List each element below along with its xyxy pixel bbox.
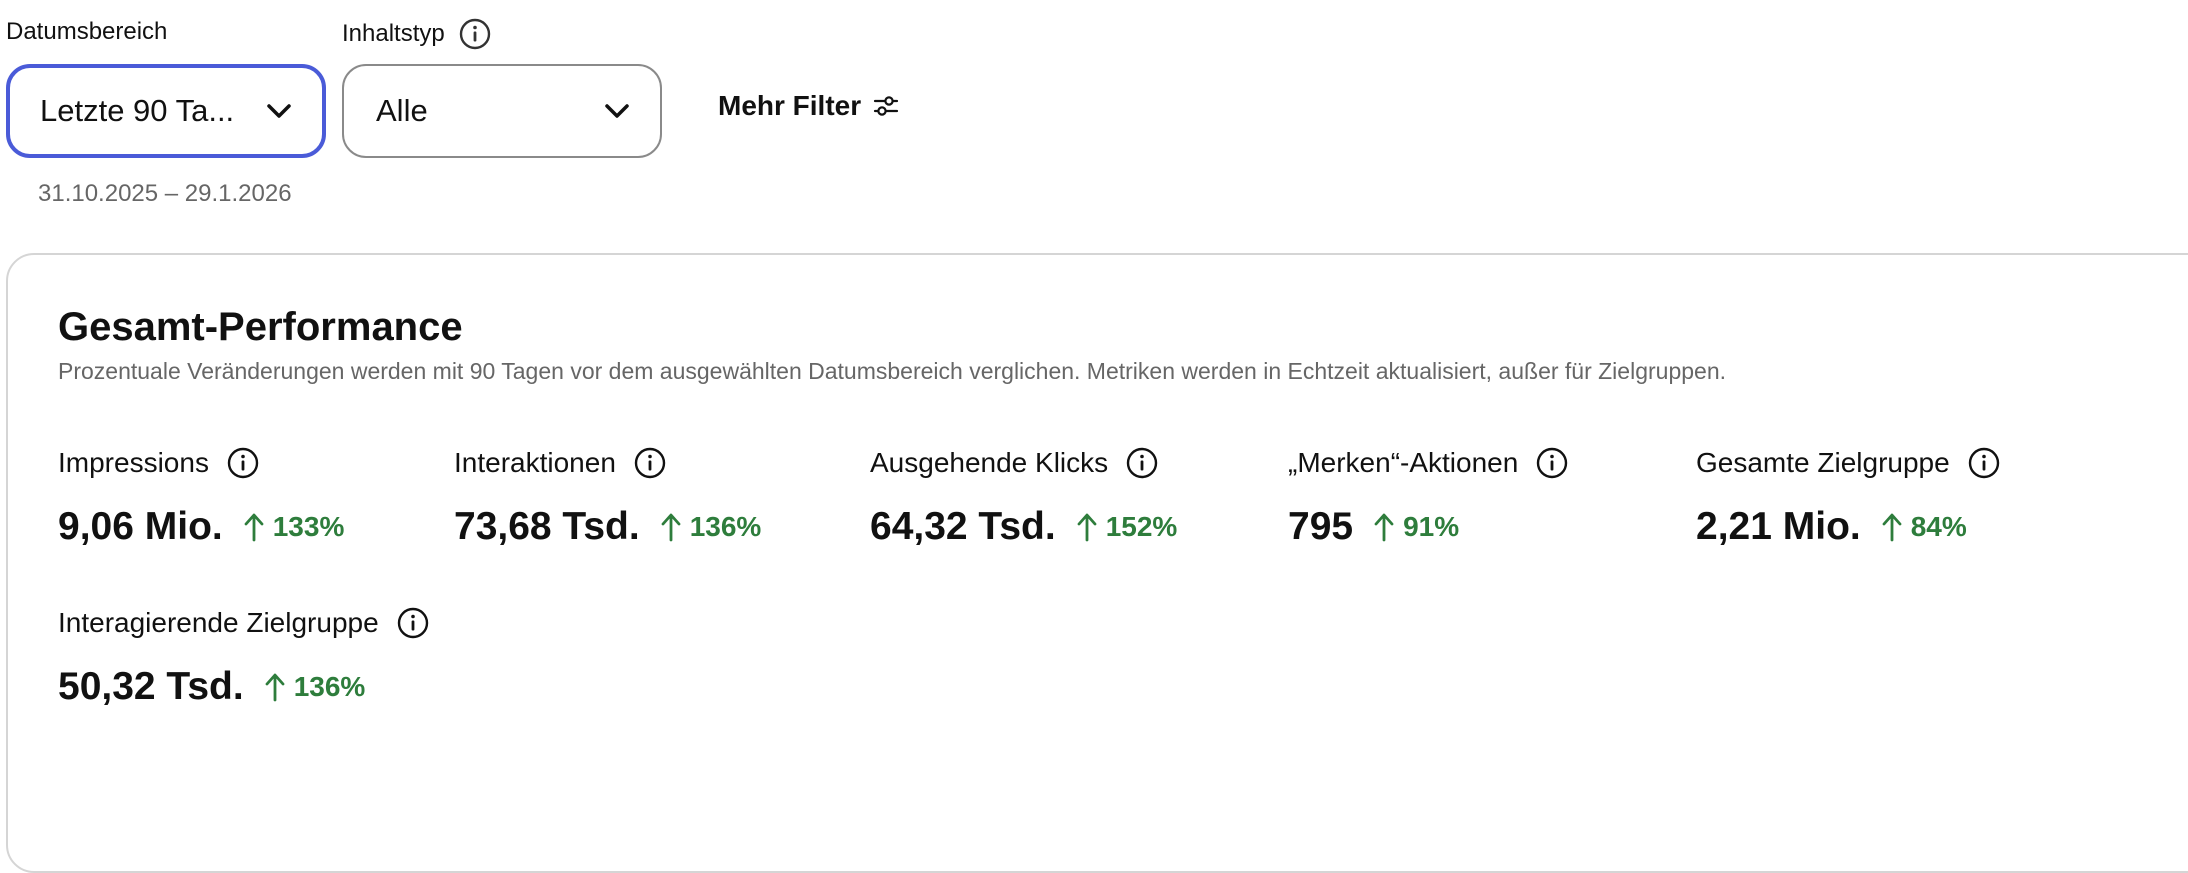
content-type-value: Alle [376, 93, 428, 128]
more-filters-label: Mehr Filter [718, 90, 862, 121]
metric-label: Gesamte Zielgruppe [1696, 447, 1950, 478]
metric-change-value: 84% [1910, 511, 1967, 542]
metric-total-audience: Gesamte Zielgruppe 2,21 Mio. 84% [1696, 443, 2000, 549]
date-range-value: Letzte 90 Ta... [40, 93, 235, 128]
content-type-select[interactable]: Alle [342, 64, 662, 158]
metric-change-value: 136% [689, 511, 762, 542]
metric-change: 91% [1373, 511, 1459, 543]
overall-performance-card: Gesamt-Performance Prozentuale Veränderu… [6, 253, 2188, 873]
metric-change: 136% [264, 671, 366, 703]
section-title: Gesamt-Performance [58, 305, 463, 349]
arrow-up-icon [1882, 513, 1902, 542]
metric-interactions: Interaktionen 73,68 Tsd. 136% [454, 443, 761, 549]
arrow-up-icon [265, 673, 285, 702]
arrow-up-icon [1077, 513, 1097, 542]
metric-change-value: 91% [1403, 511, 1460, 542]
metric-change: 133% [243, 511, 345, 543]
filter-bar: Datumsbereich Letzte 90 Ta... Inhaltstyp… [0, 0, 2188, 240]
metric-change-value: 136% [293, 671, 366, 702]
date-range-label: Datumsbereich [6, 18, 168, 45]
info-icon[interactable] [397, 607, 429, 639]
metric-change: 136% [660, 511, 762, 543]
metric-change: 84% [1881, 511, 1967, 543]
metric-value: 9,06 Mio. [58, 505, 223, 548]
metric-value: 64,32 Tsd. [870, 505, 1056, 548]
arrow-up-icon [1374, 513, 1394, 542]
content-type-label-group: Inhaltstyp [342, 18, 491, 50]
arrow-up-icon [244, 513, 264, 542]
metric-saves: „Merken“-Aktionen 795 91% [1288, 443, 1568, 549]
metric-label: Impressions [58, 447, 209, 478]
arrow-up-icon [661, 513, 681, 542]
metric-value: 73,68 Tsd. [454, 505, 640, 548]
metric-impressions: Impressions 9,06 Mio. 133% [58, 443, 344, 549]
date-range-text: 31.10.2025 – 29.1.2026 [38, 180, 292, 207]
metric-value: 2,21 Mio. [1696, 505, 1861, 548]
info-icon[interactable] [1536, 447, 1568, 479]
more-filters-button[interactable]: Mehr Filter [718, 90, 899, 122]
metric-label: Interagierende Zielgruppe [58, 607, 379, 638]
metric-label: „Merken“-Aktionen [1288, 447, 1519, 478]
info-icon[interactable] [634, 447, 666, 479]
date-range-select[interactable]: Letzte 90 Ta... [6, 64, 326, 158]
chevron-down-icon [605, 104, 629, 118]
sliders-icon [874, 96, 899, 116]
info-icon[interactable] [1126, 447, 1158, 479]
metric-value: 795 [1288, 505, 1354, 548]
metric-label: Interaktionen [454, 447, 616, 478]
metric-value: 50,32 Tsd. [58, 665, 244, 708]
metric-change-value: 133% [272, 511, 345, 542]
metric-label: Ausgehende Klicks [870, 447, 1109, 478]
chevron-down-icon [267, 104, 291, 118]
info-icon[interactable] [1968, 447, 2000, 479]
section-description: Prozentuale Veränderungen werden mit 90 … [58, 358, 1726, 384]
metric-engaged-audience: Interagierende Zielgruppe 50,32 Tsd. 136… [58, 603, 429, 709]
content-type-label: Inhaltstyp [342, 20, 445, 47]
metric-change-value: 152% [1105, 511, 1178, 542]
metric-outbound-clicks: Ausgehende Klicks 64,32 Tsd. 152% [870, 443, 1177, 549]
info-icon[interactable] [459, 18, 491, 50]
info-icon[interactable] [227, 447, 259, 479]
metric-change: 152% [1076, 511, 1178, 543]
